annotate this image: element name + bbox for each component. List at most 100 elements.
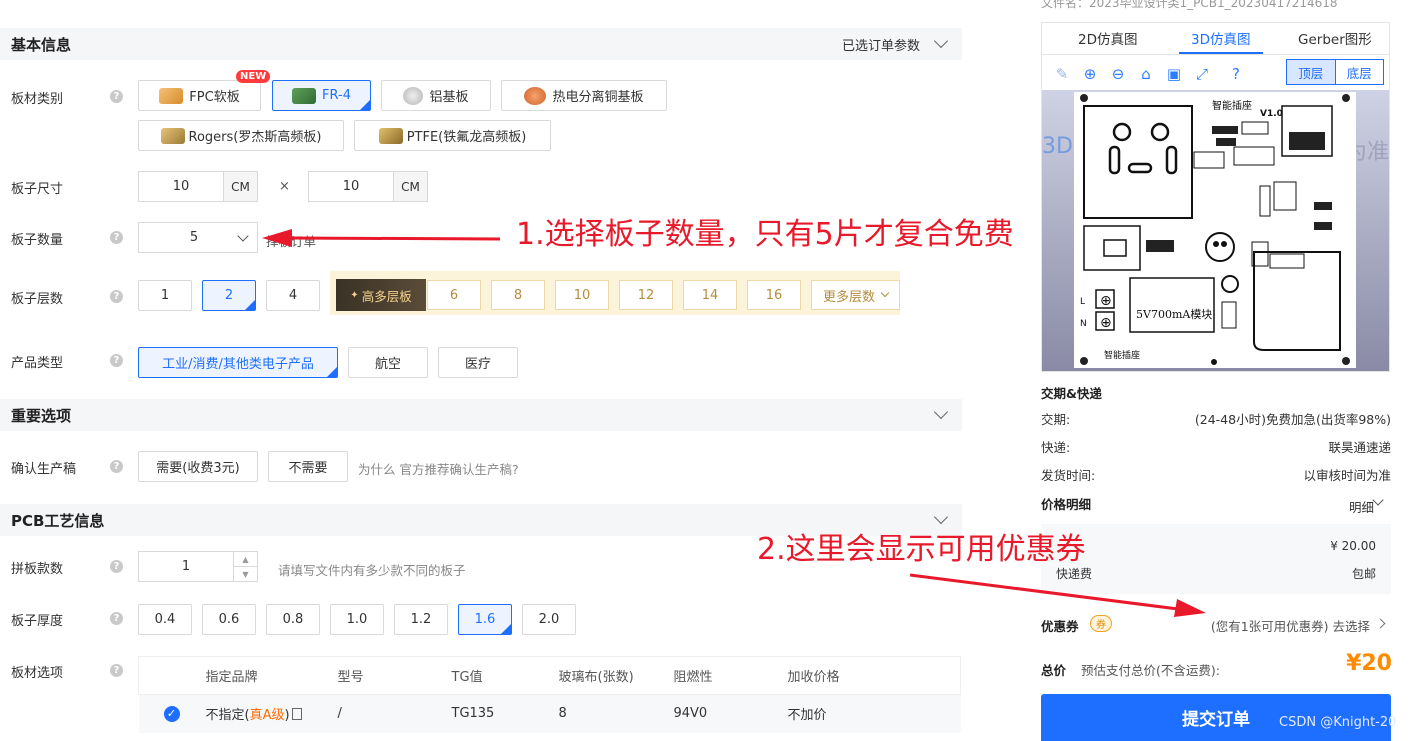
copper-thumb-icon	[524, 86, 547, 105]
chevron-down-icon[interactable]	[933, 509, 949, 525]
qty-value: 5	[189, 230, 199, 245]
section-important-header[interactable]: 重要选项	[0, 399, 962, 431]
height-field[interactable]: 10 CM	[308, 171, 428, 202]
check-circle-icon[interactable]: ✓	[163, 705, 180, 722]
board-price: ¥ 20.00	[1330, 539, 1376, 553]
material-fpc[interactable]: FPC软板	[138, 80, 261, 111]
layer-1[interactable]: 1	[138, 280, 192, 311]
panel-stepper[interactable]: 1 ▲ ▼	[138, 551, 258, 582]
home-icon[interactable]: ⌂	[1138, 66, 1154, 82]
svg-text:⊕: ⊕	[1100, 293, 1112, 309]
chevron-up-icon[interactable]: ▲	[234, 552, 257, 567]
section-basic-header[interactable]: 基本信息 已选订单参数	[0, 28, 962, 60]
ptfe-thumb-icon	[378, 127, 403, 144]
layer-8[interactable]: 8	[491, 280, 545, 310]
thick-20[interactable]: 2.0	[522, 604, 576, 635]
ship-label: 发货时间:	[1041, 468, 1096, 483]
layer-12[interactable]: 12	[619, 280, 673, 310]
help-icon[interactable]: ?	[110, 460, 123, 473]
height-unit: CM	[393, 172, 427, 201]
price-title: 价格明细	[1041, 497, 1092, 512]
zoom-out-icon[interactable]: ⊖	[1110, 66, 1126, 82]
selected-params-link[interactable]: 已选订单参数	[842, 35, 920, 54]
more-layers-select[interactable]: 更多层数	[811, 280, 900, 310]
thick-12[interactable]: 1.2	[394, 604, 448, 635]
layer-4[interactable]: 4	[266, 280, 320, 311]
thick-08[interactable]: 0.8	[266, 604, 320, 635]
tg-value: TG135	[451, 694, 559, 733]
tab-2d[interactable]: 2D仿真图	[1078, 28, 1137, 48]
delivery-title: 交期&快递	[1041, 386, 1102, 401]
price-detail-link[interactable]: 明细	[1349, 497, 1374, 516]
pcb-3d-preview[interactable]: 3D 为准 智能插座 V1.0 ⊕ ⊕ L N 5V700mA模块 智能插座	[1042, 90, 1389, 371]
help-icon[interactable]: ?	[110, 612, 123, 625]
tab-gerber[interactable]: Gerber图形	[1298, 28, 1372, 48]
ruler-icon[interactable]: ✎	[1054, 66, 1070, 82]
pdf-icon[interactable]	[291, 708, 302, 721]
delivery-value: (24-48小时)免费加急(出货率98%)	[1194, 412, 1391, 427]
material-opt-label: 板材选项	[11, 666, 64, 681]
stepper-buttons[interactable]: ▲ ▼	[233, 552, 257, 581]
size-times: ×	[279, 179, 290, 194]
thick-06[interactable]: 0.6	[202, 604, 256, 635]
qty-select[interactable]: 5	[138, 222, 258, 253]
glass-value: 8	[558, 694, 674, 733]
tab-3d[interactable]: 3D仿真图	[1191, 28, 1250, 48]
chevron-down-icon[interactable]	[933, 33, 949, 49]
confirm-no[interactable]: 不需要	[268, 451, 348, 482]
material-fr4[interactable]: FR-4	[272, 80, 371, 111]
coupon-select-link[interactable]: (您有1张可用优惠券) 去选择	[1211, 616, 1370, 635]
bottom-layer-button[interactable]: 底层	[1334, 60, 1384, 84]
layer-10[interactable]: 10	[555, 280, 609, 310]
material-rogers[interactable]: Rogers(罗杰斯高频板)	[138, 120, 344, 151]
help-icon[interactable]: ?	[110, 354, 123, 367]
help-icon[interactable]: ?	[110, 664, 123, 677]
price-value: 不加价	[787, 694, 961, 733]
help-icon[interactable]: ?	[110, 290, 123, 303]
svg-text:⊕: ⊕	[1100, 315, 1112, 331]
material-rogers-label: Rogers(罗杰斯高频板)	[188, 130, 322, 145]
layer-14[interactable]: 14	[683, 280, 737, 310]
section-important-title: 重要选项	[11, 406, 72, 425]
confirm-hint[interactable]: 为什么 官方推荐确认生产稿?	[358, 459, 519, 478]
table-row[interactable]: ✓ 不指定(真A级) / TG135 8 94V0 不加价	[138, 694, 961, 733]
csdn-watermark: CSDN @Knight-20	[1279, 715, 1397, 730]
panel-hint: 请填写文件内有多少款不同的板子	[278, 563, 466, 578]
fit-icon[interactable]: ▣	[1166, 66, 1182, 82]
product-consumer[interactable]: 工业/消费/其他类电子产品	[138, 347, 338, 378]
help-icon[interactable]: ?	[110, 560, 123, 573]
express-label: 快递:	[1041, 440, 1071, 455]
product-medical[interactable]: 医疗	[438, 347, 518, 378]
high-layer-badge-label: 高多层板	[361, 288, 412, 304]
thick-16[interactable]: 1.6	[458, 604, 512, 635]
help-icon[interactable]: ?	[110, 90, 123, 103]
width-value: 10	[172, 179, 190, 194]
top-layer-button[interactable]: 顶层	[1287, 60, 1335, 84]
chevron-down-icon[interactable]: ▼	[234, 567, 257, 581]
file-name: 文件名：2023毕业设计类1_PCB1_20230417214618	[1041, 0, 1338, 10]
thick-04[interactable]: 0.4	[138, 604, 192, 635]
material-copper[interactable]: 热电分离铜基板	[501, 80, 667, 111]
sparkle-icon: ✦	[350, 289, 359, 301]
confirm-yes[interactable]: 需要(收费3元)	[138, 451, 258, 482]
delivery-label: 交期:	[1041, 412, 1071, 427]
col-brand: 指定品牌	[205, 656, 338, 695]
chevron-down-icon[interactable]	[933, 404, 949, 420]
help-circle-icon[interactable]: ?	[1228, 66, 1244, 82]
tab-divider	[1042, 54, 1389, 55]
layer-2[interactable]: 2	[202, 280, 256, 311]
col-tg: TG值	[451, 656, 559, 695]
product-aviation[interactable]: 航空	[348, 347, 428, 378]
material-ptfe[interactable]: PTFE(铁氟龙高频板)	[354, 120, 551, 151]
layer-6[interactable]: 6	[427, 280, 481, 310]
thick-label: 板子厚度	[11, 614, 64, 629]
total-label: 总价	[1041, 663, 1067, 678]
layer-16[interactable]: 16	[747, 280, 801, 310]
fullscreen-icon[interactable]: ⤢	[1194, 66, 1210, 82]
thick-10[interactable]: 1.0	[330, 604, 384, 635]
width-field[interactable]: 10 CM	[138, 171, 258, 202]
help-icon[interactable]: ?	[110, 231, 123, 244]
annotation-text-1: 1.选择板子数量，只有5片才复合免费	[516, 217, 1014, 252]
zoom-in-icon[interactable]: ⊕	[1082, 66, 1098, 82]
material-aluminum[interactable]: 铝基板	[381, 80, 491, 111]
